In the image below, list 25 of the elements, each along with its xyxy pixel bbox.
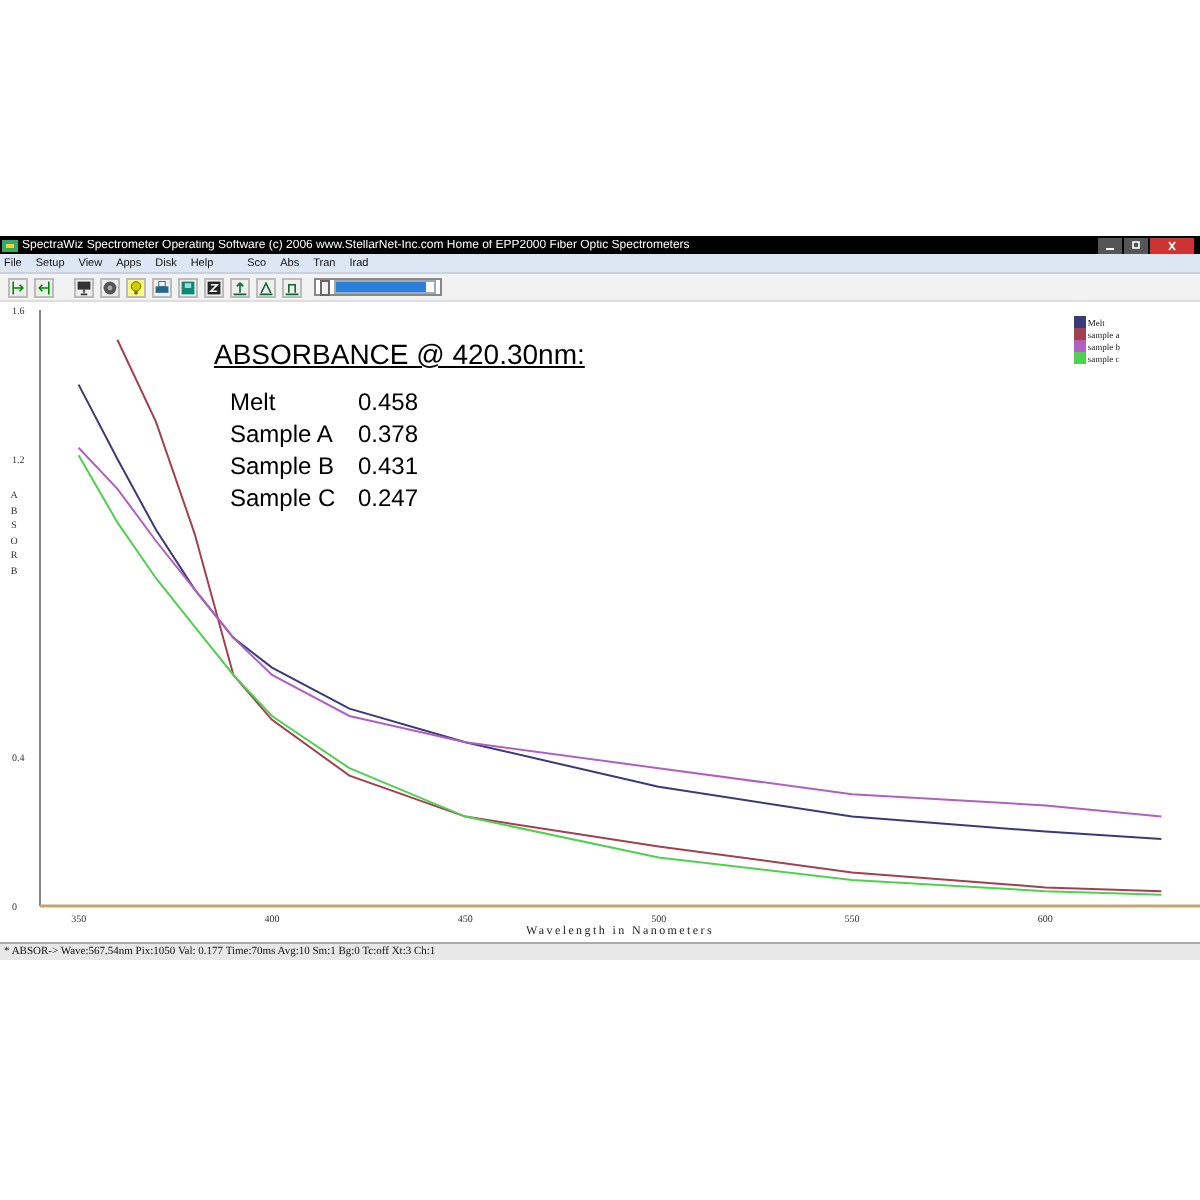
lightbulb-icon [128,279,144,295]
sample-name: Melt [230,386,278,418]
readout-title: ABSORBANCE @ 420.30nm: [214,338,585,370]
absorbance-value: 0.378 [358,418,421,450]
bracket-icon [10,279,26,295]
slider-thumb[interactable] [320,279,330,295]
toolbar-button[interactable] [74,277,94,297]
toolbar-button[interactable] [100,277,120,297]
sample-name: Sample B [230,450,337,482]
maximize-button[interactable] [1124,237,1148,253]
absorbance-value: 0.458 [358,386,421,418]
absorbance-value: 0.431 [358,450,421,482]
app-icon [2,237,18,253]
printer-icon [154,279,170,295]
disc-icon [102,279,118,295]
monitor-icon [76,279,92,295]
absorbance-value: 0.247 [358,482,421,514]
floppy-icon [180,279,196,295]
minimize-button[interactable] [1098,237,1122,253]
maximize-icon [1128,239,1144,251]
bracket-icon [36,279,52,295]
sample-name: Sample C [230,482,338,514]
close-button[interactable] [1150,237,1194,253]
close-icon [1164,239,1180,251]
sample-name: Sample A [230,418,335,450]
